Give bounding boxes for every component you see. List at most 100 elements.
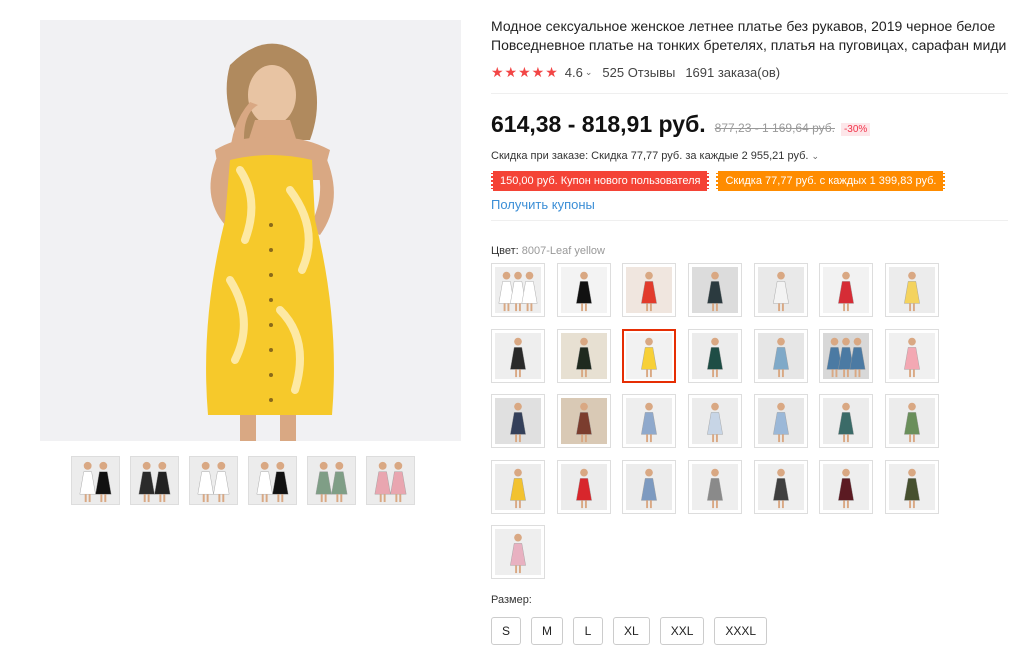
- color-swatch-yellow-floral[interactable]: [885, 263, 940, 317]
- swatch-image: [889, 398, 936, 444]
- size-option-xxxl[interactable]: XXXL: [714, 617, 768, 645]
- color-swatch-pink-stripe[interactable]: [885, 328, 940, 383]
- size-option-xl[interactable]: XL: [613, 617, 650, 645]
- color-swatch-red-floral[interactable]: [819, 263, 874, 317]
- thumbnail-image: [308, 457, 355, 504]
- gallery-thumbnail[interactable]: [189, 456, 238, 505]
- swatch-image: [495, 529, 541, 575]
- get-coupons-link[interactable]: Получить купоны: [491, 197, 1011, 212]
- color-swatch-wine[interactable]: [819, 459, 874, 514]
- swatch-image: [626, 267, 673, 313]
- gallery-thumbnail[interactable]: [366, 456, 415, 505]
- rating-stars-icon: ★★★★★: [491, 63, 559, 80]
- color-swatch-dark-grey[interactable]: [753, 459, 808, 514]
- swatch-image: [495, 463, 541, 510]
- swatch-image: [626, 398, 673, 444]
- size-option-l[interactable]: L: [573, 617, 604, 645]
- color-swatch-white-floral[interactable]: [753, 263, 808, 317]
- rating-row: ★★★★★ 4.6 ⌄ 525 Отзывы 1691 заказа(ов): [491, 63, 1011, 81]
- color-swatch-dark-floral[interactable]: [688, 263, 743, 317]
- order-discount-text: Скидка при заказе: Скидка 77,77 руб. за …: [491, 150, 809, 162]
- color-swatch-teal-floral[interactable]: [819, 394, 874, 448]
- size-option-s[interactable]: S: [491, 617, 522, 645]
- color-swatch-white-trio[interactable]: [491, 263, 545, 317]
- product-info: Модное сексуальное женское летнее платье…: [491, 17, 1011, 579]
- size-label: Размер:: [491, 594, 532, 606]
- color-swatch-black-leaf[interactable]: [556, 328, 611, 383]
- order-discount[interactable]: Скидка при заказе: Скидка 77,77 руб. за …: [491, 150, 1011, 162]
- size-options: S M L XL XXL XXXL: [491, 617, 768, 645]
- size-option-xxl[interactable]: XXL: [659, 617, 705, 645]
- color-swatches: [491, 263, 941, 579]
- swatch-image: [823, 267, 870, 313]
- orders-count: 1691 заказа(ов): [685, 64, 781, 80]
- store-discount-coupon[interactable]: Скидка 77,77 руб. с каждых 1 399,83 руб.: [716, 171, 946, 191]
- reviews-link[interactable]: 525 Отзывы: [602, 65, 675, 80]
- main-product-image[interactable]: [40, 20, 461, 441]
- color-swatch-leaf-yellow[interactable]: [622, 328, 677, 383]
- size-option-m[interactable]: M: [531, 617, 564, 645]
- new-user-coupon[interactable]: 150,00 руб. Купон нового пользователя: [491, 171, 710, 191]
- swatch-image: [626, 332, 673, 379]
- color-swatch-black[interactable]: [556, 263, 611, 317]
- color-swatch-navy-dots[interactable]: [491, 394, 545, 448]
- color-swatch-pink-floral[interactable]: [491, 525, 545, 579]
- swatch-image: [823, 332, 870, 379]
- swatch-image: [692, 463, 739, 510]
- color-swatch-denim-blue[interactable]: [622, 459, 677, 514]
- color-swatch-blue-floral-trio[interactable]: [819, 328, 874, 383]
- color-swatch-red[interactable]: [622, 263, 677, 317]
- color-swatch-black-yellow-floral[interactable]: [491, 328, 545, 383]
- chevron-down-icon[interactable]: ⌄: [812, 151, 820, 161]
- coupons: 150,00 руб. Купон нового пользователя Ск…: [491, 171, 1011, 191]
- swatch-image: [560, 398, 607, 444]
- divider: [491, 93, 1008, 94]
- thumbnail-image: [367, 457, 414, 504]
- color-swatch-green-leaf[interactable]: [885, 394, 940, 448]
- discount-badge: -30%: [840, 123, 871, 136]
- gallery-thumbnail[interactable]: [71, 456, 120, 505]
- color-swatch-army-green[interactable]: [885, 459, 940, 514]
- color-value: 8007-Leaf yellow: [521, 245, 605, 257]
- price-row: 614,38 - 818,91 руб. 877,23 - 1 169,64 р…: [491, 111, 1011, 138]
- swatch-image: [560, 463, 607, 510]
- old-price: 877,23 - 1 169,64 руб.: [714, 121, 835, 135]
- thumbnail-image: [72, 457, 119, 504]
- color-label: Цвет: 8007-Leaf yellow: [491, 245, 1011, 257]
- thumbnail-image: [190, 457, 237, 504]
- swatch-image: [495, 332, 541, 379]
- swatch-image: [889, 267, 936, 313]
- swatch-image: [889, 463, 936, 510]
- color-swatch-yellow[interactable]: [491, 459, 545, 514]
- thumbnail-image: [249, 457, 296, 504]
- swatch-image: [560, 332, 607, 379]
- gallery-thumbnail[interactable]: [307, 456, 356, 505]
- gallery-thumbnail[interactable]: [248, 456, 297, 505]
- swatch-image: [692, 267, 739, 313]
- swatch-image: [495, 398, 541, 444]
- color-swatch-green-floral[interactable]: [688, 328, 743, 383]
- color-swatch-red-solid[interactable]: [556, 459, 611, 514]
- color-swatch-grey-stripe[interactable]: [688, 459, 743, 514]
- swatch-image: [757, 463, 804, 510]
- swatch-image: [692, 398, 739, 444]
- color-swatch-blue-stripe[interactable]: [622, 394, 677, 448]
- swatch-image: [692, 332, 739, 379]
- color-swatch-light-blue[interactable]: [688, 394, 743, 448]
- color-swatch-blue-white-floral[interactable]: [753, 328, 808, 383]
- swatch-image: [560, 267, 607, 313]
- color-swatch-floral-print[interactable]: [556, 394, 611, 448]
- product-title: Модное сексуальное женское летнее платье…: [491, 18, 1007, 53]
- chevron-down-icon[interactable]: ⌄: [585, 67, 593, 78]
- divider: [491, 220, 1008, 221]
- gallery-thumbnail[interactable]: [130, 456, 179, 505]
- rating-value[interactable]: 4.6: [565, 65, 583, 80]
- swatch-image: [823, 398, 870, 444]
- gallery-thumbnails: [71, 456, 415, 505]
- color-label-text: Цвет:: [491, 245, 519, 257]
- price: 614,38 - 818,91 руб.: [491, 111, 706, 137]
- color-swatch-sky-floral[interactable]: [753, 394, 808, 448]
- main-dress-illustration: [40, 20, 461, 441]
- swatch-image: [889, 332, 936, 379]
- swatch-image: [823, 463, 870, 510]
